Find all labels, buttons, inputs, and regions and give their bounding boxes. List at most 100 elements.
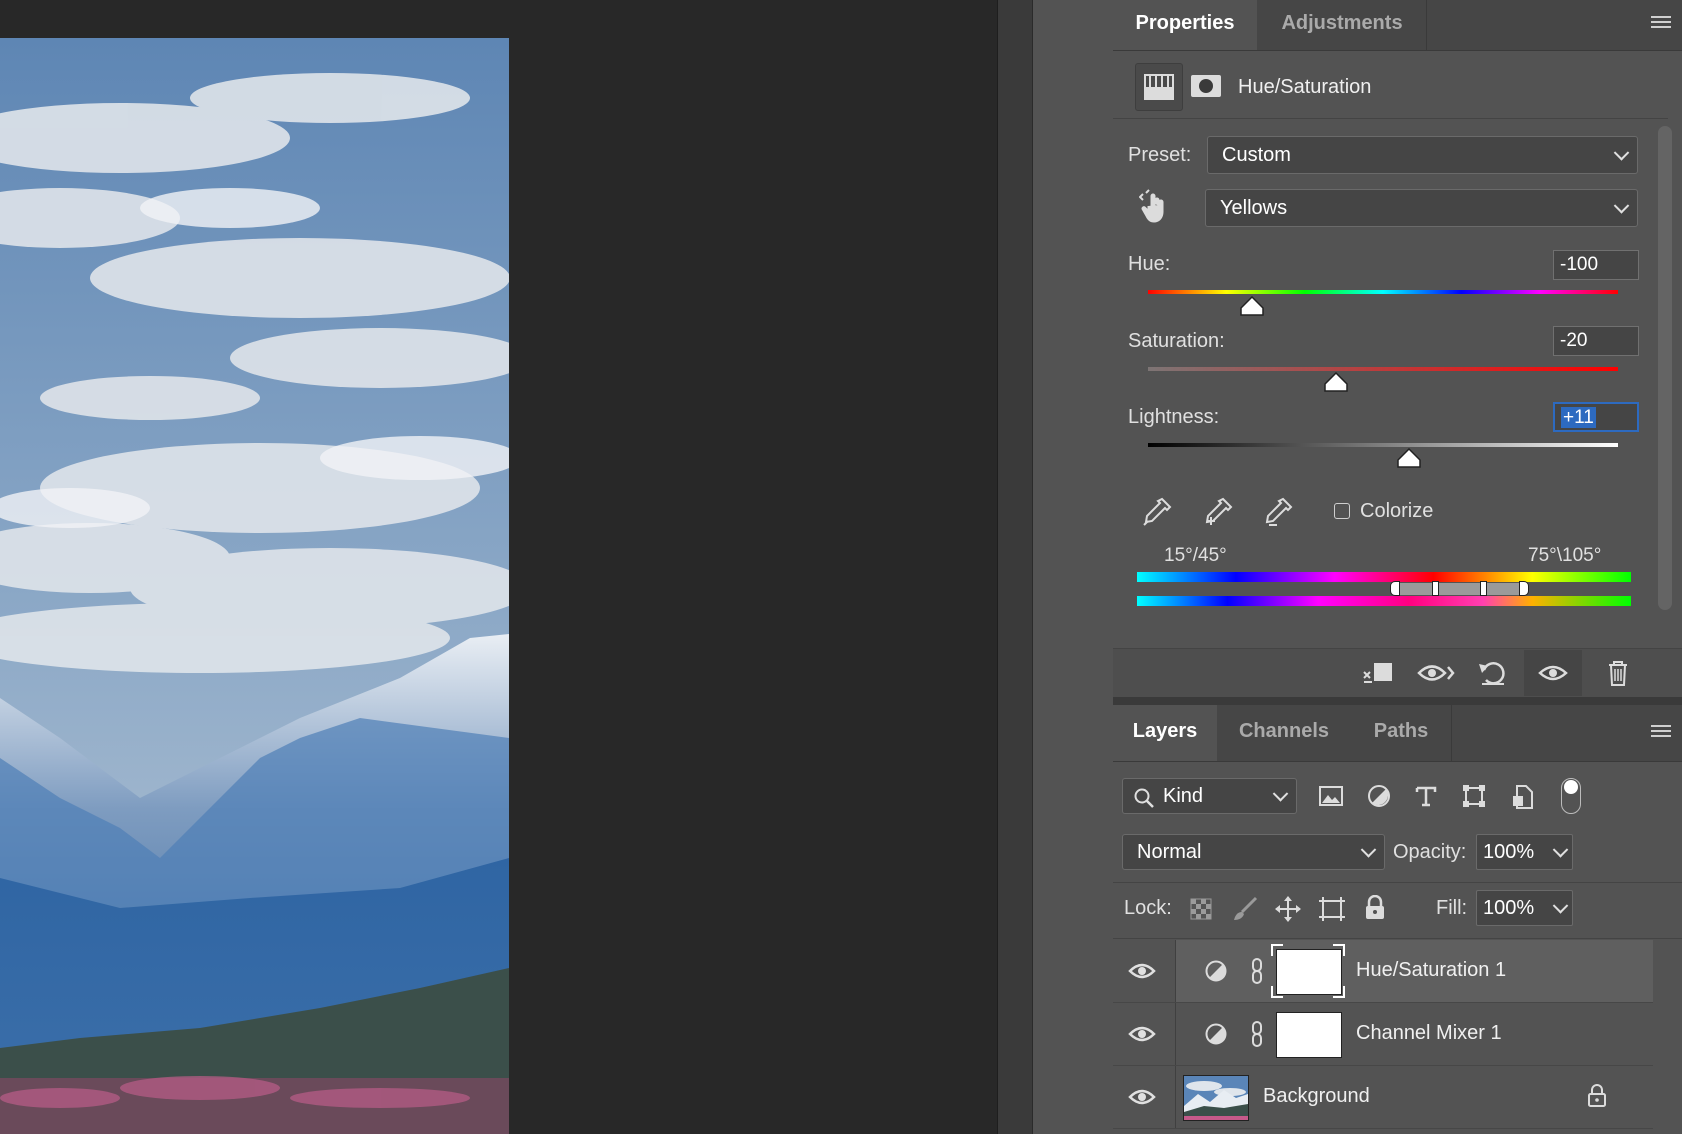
preset-label: Preset: bbox=[1128, 144, 1192, 166]
tab-properties[interactable]: Properties bbox=[1113, 0, 1257, 50]
eyedropper-icon[interactable] bbox=[1140, 495, 1174, 529]
clip-to-layer-icon[interactable] bbox=[1360, 658, 1396, 688]
fill-label: Fill: bbox=[1436, 897, 1468, 919]
output-color-bar bbox=[1137, 596, 1631, 606]
toggle-visibility-icon[interactable] bbox=[1524, 650, 1582, 696]
input-color-bar bbox=[1137, 572, 1631, 582]
divider bbox=[1175, 940, 1176, 1002]
lightness-slider-track[interactable] bbox=[1148, 443, 1618, 447]
range-falloff-left-handle[interactable] bbox=[1390, 581, 1400, 596]
hue-slider-thumb[interactable] bbox=[1240, 295, 1265, 316]
eyedropper-subtract-icon[interactable] bbox=[1261, 495, 1295, 529]
filter-shape-layers-icon[interactable] bbox=[1461, 784, 1487, 808]
lock-image-pixels-icon[interactable] bbox=[1232, 896, 1258, 922]
opacity-value: 100% bbox=[1483, 841, 1535, 863]
blend-mode-value: Normal bbox=[1137, 841, 1202, 863]
blend-mode-dropdown[interactable]: Normal bbox=[1122, 834, 1385, 870]
fill-input[interactable]: 100% bbox=[1476, 890, 1573, 926]
layer-image-thumbnail[interactable] bbox=[1183, 1075, 1249, 1121]
divider bbox=[1113, 118, 1668, 119]
properties-scrollbar[interactable] bbox=[1658, 126, 1672, 610]
chevron-down-icon[interactable] bbox=[1552, 842, 1569, 858]
layer-name[interactable]: Background bbox=[1263, 1085, 1370, 1108]
range-left-handle[interactable] bbox=[1432, 581, 1439, 596]
channel-dropdown[interactable]: Yellows bbox=[1205, 189, 1638, 227]
range-left-readout: 15°/45° bbox=[1164, 545, 1227, 566]
filter-adjustment-layers-icon[interactable] bbox=[1367, 784, 1391, 808]
chevron-down-icon bbox=[1272, 786, 1289, 802]
tab-paths[interactable]: Paths bbox=[1351, 705, 1452, 761]
fill-value: 100% bbox=[1483, 897, 1535, 919]
right-panel: Properties Adjustments Hue/Saturation Pr… bbox=[1113, 0, 1682, 1134]
mask-link-icon[interactable] bbox=[1250, 957, 1264, 985]
adjustment-title: Hue/Saturation bbox=[1238, 76, 1372, 98]
lock-transparent-pixels-icon[interactable] bbox=[1189, 897, 1213, 921]
opacity-input[interactable]: 100% bbox=[1476, 834, 1573, 870]
lock-icon[interactable] bbox=[1587, 1084, 1607, 1108]
panel-dock-gutter bbox=[997, 0, 1032, 1134]
hue-value-input[interactable]: -100 bbox=[1553, 250, 1639, 280]
range-selector-bar[interactable] bbox=[1395, 583, 1521, 595]
filter-toggle-switch[interactable] bbox=[1561, 778, 1581, 814]
filter-type-layers-icon[interactable] bbox=[1414, 784, 1438, 808]
filter-kind-value: Kind bbox=[1163, 785, 1204, 807]
chevron-down-icon bbox=[1360, 842, 1377, 858]
mask-link-icon[interactable] bbox=[1250, 1020, 1264, 1048]
filter-kind-dropdown[interactable]: Kind bbox=[1122, 778, 1297, 814]
range-right-handle[interactable] bbox=[1480, 581, 1487, 596]
chevron-down-icon bbox=[1613, 145, 1630, 161]
layers-tab-bar: Layers Channels Paths bbox=[1113, 705, 1682, 762]
view-previous-state-icon[interactable] bbox=[1417, 658, 1457, 688]
eyedropper-add-icon[interactable] bbox=[1201, 495, 1235, 529]
divider bbox=[1175, 1003, 1176, 1065]
properties-tab-bar: Properties Adjustments bbox=[1113, 0, 1682, 51]
colorize-checkbox[interactable] bbox=[1334, 503, 1350, 519]
toggle-knob bbox=[1564, 780, 1578, 794]
lock-artboard-icon[interactable] bbox=[1317, 895, 1347, 923]
layer-mask-icon[interactable] bbox=[1189, 70, 1223, 102]
visibility-eye-icon[interactable] bbox=[1127, 1085, 1157, 1109]
saturation-slider-track[interactable] bbox=[1148, 367, 1618, 371]
targeted-adjustment-hand-icon[interactable] bbox=[1138, 188, 1173, 226]
lightness-value-input[interactable]: +11 bbox=[1553, 402, 1639, 432]
layer-mask-thumbnail[interactable] bbox=[1276, 1012, 1342, 1058]
layer-name[interactable]: Channel Mixer 1 bbox=[1356, 1022, 1502, 1045]
layer-row-channel-mixer[interactable]: Channel Mixer 1 bbox=[1113, 1003, 1653, 1066]
preset-dropdown[interactable]: Custom bbox=[1207, 136, 1638, 174]
opacity-label: Opacity: bbox=[1393, 841, 1467, 863]
delete-icon[interactable] bbox=[1603, 658, 1633, 688]
hue-slider-track[interactable] bbox=[1148, 290, 1618, 294]
lock-position-icon[interactable] bbox=[1274, 895, 1302, 923]
document-canvas-area[interactable] bbox=[0, 0, 997, 1134]
visibility-eye-icon[interactable] bbox=[1127, 959, 1157, 983]
landscape-photo bbox=[0, 38, 509, 1134]
panel-menu-icon[interactable] bbox=[1651, 16, 1671, 31]
lightness-label: Lightness: bbox=[1128, 406, 1220, 428]
chevron-down-icon[interactable] bbox=[1552, 898, 1569, 914]
layer-name[interactable]: Hue/Saturation 1 bbox=[1356, 959, 1506, 982]
divider bbox=[1175, 1066, 1176, 1128]
lightness-value-selected: +11 bbox=[1561, 407, 1596, 428]
divider bbox=[1113, 882, 1682, 883]
filter-smart-objects-icon[interactable] bbox=[1511, 784, 1535, 810]
saturation-value-input[interactable]: -20 bbox=[1553, 326, 1639, 356]
tab-channels[interactable]: Channels bbox=[1218, 705, 1350, 761]
adjustment-layer-icon[interactable] bbox=[1135, 63, 1183, 111]
document-image[interactable] bbox=[0, 38, 509, 1134]
lock-all-icon[interactable] bbox=[1364, 894, 1386, 921]
filter-pixel-layers-icon[interactable] bbox=[1318, 784, 1344, 808]
range-falloff-right-handle[interactable] bbox=[1519, 581, 1529, 596]
tab-layers[interactable]: Layers bbox=[1113, 705, 1217, 761]
tab-adjustments[interactable]: Adjustments bbox=[1258, 0, 1427, 50]
panel-separator bbox=[1113, 697, 1682, 705]
layer-row-hue-saturation[interactable]: Hue/Saturation 1 bbox=[1113, 940, 1653, 1003]
divider bbox=[1113, 938, 1682, 939]
lightness-slider-thumb[interactable] bbox=[1397, 447, 1421, 468]
chevron-down-icon bbox=[1613, 198, 1630, 214]
visibility-eye-icon[interactable] bbox=[1127, 1022, 1157, 1046]
layers-panel-menu-icon[interactable] bbox=[1651, 725, 1671, 740]
properties-footer bbox=[1113, 648, 1682, 697]
reset-icon[interactable] bbox=[1476, 658, 1510, 688]
saturation-slider-thumb[interactable] bbox=[1324, 371, 1348, 392]
layer-row-background[interactable]: Background bbox=[1113, 1066, 1653, 1129]
